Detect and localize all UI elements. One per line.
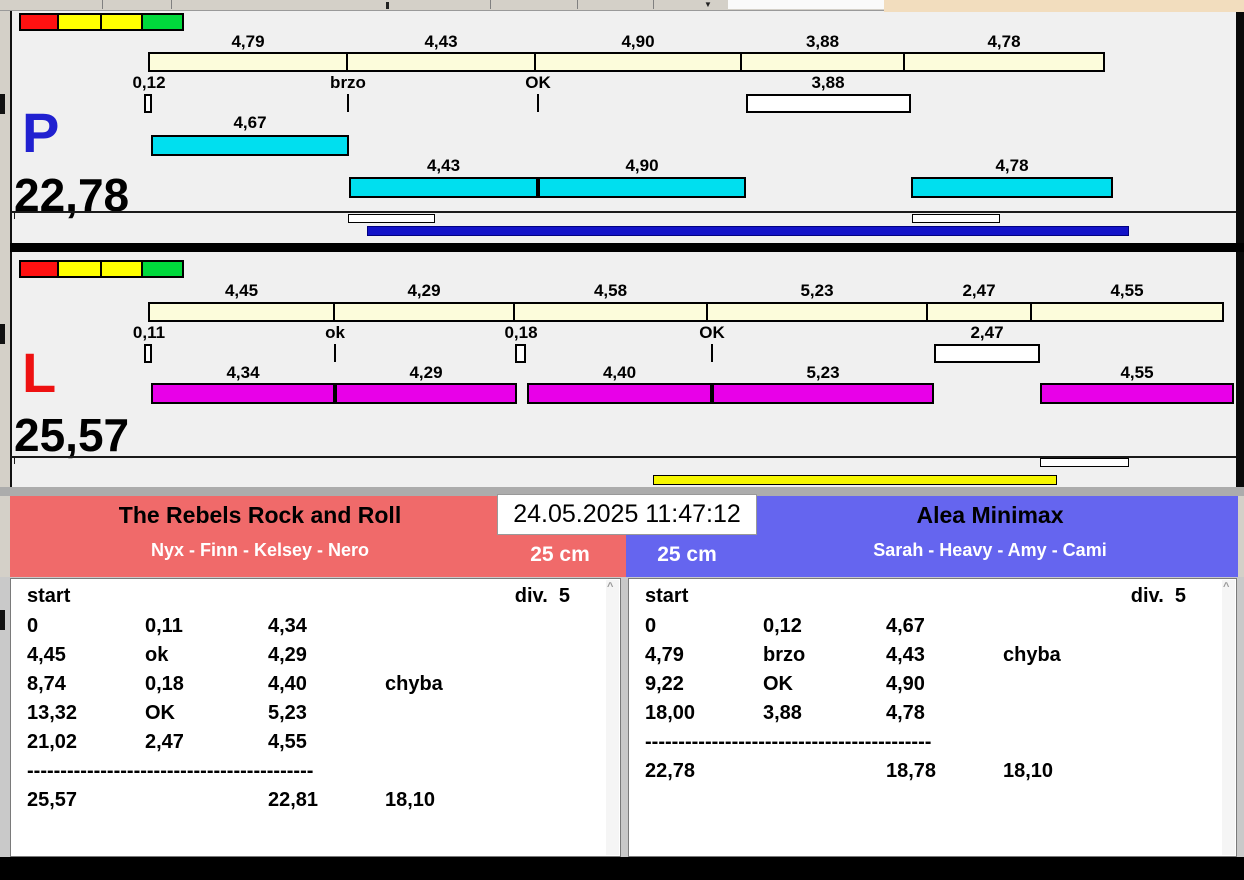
team-members-right: Sarah - Heavy - Amy - Cami [873,540,1107,560]
table-cell: 21,02 [27,731,78,753]
lane-separator [10,243,1244,252]
table-cell: 4,78 [886,702,925,724]
toolbar-separator [102,0,103,9]
table-cell: 18,00 [645,702,696,724]
toolbar-separator [653,0,654,9]
toolbar-field[interactable] [728,0,884,9]
table-cell: chyba [385,673,443,695]
table-separator: ----------------------------------------… [645,731,932,753]
window-edge-mark [0,94,5,114]
table-cell: 4,43 [886,644,925,666]
toolbar-separator [490,0,491,9]
window-edge-mark [0,610,5,630]
bottom-bar [0,857,1244,880]
table-cell: 4,90 [886,673,925,695]
team-members-left: Nyx - Finn - Kelsey - Nero [150,540,370,560]
team-name-right: Alea Minimax [916,502,1064,528]
table-cell: 4,67 [886,615,925,637]
table-cell: 0,11 [145,615,183,637]
table-cell: 0 [645,615,657,637]
table-total-cell: 18,10 [385,789,436,811]
app-window: 4,79 4,43 4,90 3,88 4,78 0,12 brzo OK 3,88 4,67 4,… [0,0,1244,880]
table-cell: chyba [1003,644,1061,666]
dropdown-arrow-icon[interactable]: ▼ [704,0,712,9]
window-edge [884,0,1244,12]
table-cell: 4,45 [27,644,66,666]
results-table-left: start div. 5 0 0,11 4,34 4,45 ok 4,29 8,74 0,18 4,… [10,578,621,857]
table-cell: 13,32 [27,702,78,724]
table-cell: ok [145,644,169,666]
table-cell: brzo [763,644,806,666]
toolbar-separator [577,0,578,9]
table-cell: 0,12 [763,615,802,637]
table-cell: 9,22 [645,673,684,695]
table-scrollbar[interactable] [606,580,619,855]
results-table-right: start div. 5 0 0,12 4,67 4,79 brzo 4,43 chyba 9,2… [628,578,1237,857]
table-cell: 4,34 [268,615,307,637]
toolbar-separator [171,0,172,9]
table-header-div: div. 5 [514,585,570,607]
scroll-up-icon[interactable]: ^ [1223,581,1229,593]
table-cell: 0,18 [145,673,184,695]
table-cell: 4,55 [268,731,307,753]
table-cell: 4,79 [645,644,684,666]
clipped-text-glyph [386,2,389,9]
table-separator: ----------------------------------------… [27,760,314,782]
table-total-cell: 22,81 [268,789,319,811]
table-cell: 4,29 [268,644,307,666]
team-name-left: The Rebels Rock and Roll [118,502,402,528]
table-cell: 0 [27,615,39,637]
scroll-up-icon[interactable]: ^ [607,581,613,593]
window-edge-mark [0,324,5,344]
table-cell: 3,88 [763,702,802,724]
table-total-cell: 25,57 [27,789,78,811]
table-cell: 5,23 [268,702,307,724]
table-cell: 4,40 [268,673,307,695]
table-total-cell: 22,78 [645,760,696,782]
datetime-display: 24.05.2025 11:47:12 [497,494,757,535]
table-cell: 2,47 [145,731,184,753]
table-cell: OK [763,673,793,695]
height-class-right: 25 cm [657,543,717,566]
table-cell: 8,74 [27,673,66,695]
table-cell: OK [145,702,175,724]
table-total-cell: 18,78 [886,760,937,782]
table-scrollbar[interactable] [1222,580,1235,855]
table-total-cell: 18,10 [1003,760,1054,782]
toolbar-fragment: ▼ [0,0,1244,12]
table-header-div: div. 5 [1130,585,1186,607]
height-class-left: 25 cm [530,543,590,566]
